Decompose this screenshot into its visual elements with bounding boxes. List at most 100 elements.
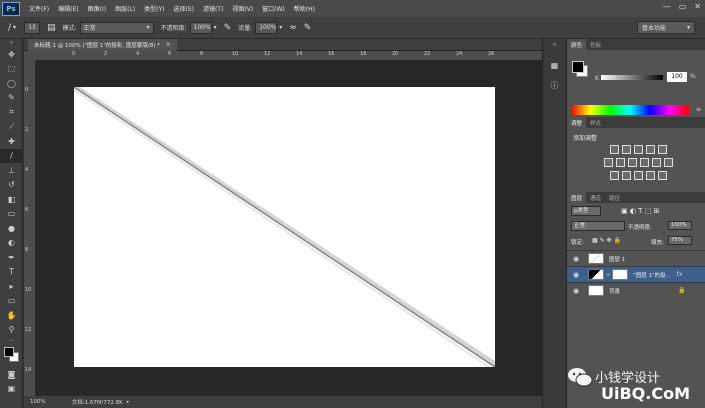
color-spectrum[interactable] (571, 105, 689, 115)
threshold-icon[interactable] (633, 171, 643, 180)
workspace-select[interactable]: 基本功能 ▾ (637, 21, 695, 34)
gradient-tool-icon[interactable]: ▭ (0, 207, 23, 222)
canvas[interactable] (73, 86, 496, 368)
flow-input[interactable]: 100% (255, 21, 278, 34)
eye-icon[interactable]: ◉ (570, 255, 582, 263)
tab-channels[interactable]: 通道 (586, 192, 605, 203)
crop-tool-icon[interactable]: ⌗ (0, 105, 23, 120)
color-balance-icon[interactable] (615, 158, 625, 167)
panel-menu-icon[interactable]: ≡ (696, 106, 701, 113)
tab-layers[interactable]: 图层 (567, 192, 587, 203)
pressure-size-icon[interactable]: ✎ (304, 23, 312, 33)
menu-select[interactable]: 选择(S) (173, 4, 194, 13)
brush-panel-icon[interactable]: ▤ (47, 23, 56, 33)
screen-mode-icon[interactable]: ▣ (0, 382, 23, 397)
brush-size-picker[interactable]: 13 (24, 21, 41, 34)
lock-icons[interactable]: ▦ ✎ ✥ 🔒 (592, 237, 621, 244)
layer-opacity-input[interactable]: 100% (668, 221, 692, 230)
close-icon[interactable]: × (166, 42, 171, 48)
effects-icon[interactable]: fx (677, 271, 683, 278)
collapse-icon[interactable]: » (0, 39, 23, 47)
foreground-color-swatch[interactable] (4, 347, 14, 357)
eye-icon[interactable]: ◉ (570, 271, 582, 279)
blend-mode-select[interactable]: 正常 (571, 221, 625, 231)
menu-image[interactable]: 图像(I) (88, 4, 106, 13)
eraser-tool-icon[interactable]: ◧ (0, 192, 23, 207)
tab-paths[interactable]: 路径 (605, 192, 624, 203)
quick-select-tool-icon[interactable]: ✎ (0, 91, 23, 106)
menu-edit[interactable]: 编辑(E) (58, 4, 78, 13)
tab-adjustments[interactable]: 调整 (567, 117, 587, 128)
history-panel-icon[interactable]: ▦ (548, 61, 562, 75)
levels-icon[interactable] (621, 145, 631, 154)
posterize-icon[interactable] (621, 171, 631, 180)
foreground-color-swatch[interactable] (572, 61, 584, 73)
dodge-tool-icon[interactable]: ◐ (0, 236, 23, 251)
gradient-map-icon[interactable] (645, 171, 655, 180)
layer-row-selected[interactable]: ◉ ∞ "图层 1"的投... fx (567, 266, 705, 282)
marquee-tool-icon[interactable]: ⬚ (0, 62, 23, 77)
filter-icons[interactable]: ▣ ◐ T ⬚ ⊞ (621, 207, 659, 215)
eye-icon[interactable]: ◉ (570, 287, 582, 295)
tab-swatches[interactable]: 色板 (586, 39, 605, 50)
document-tab[interactable]: 未标题-1 @ 100% ("图层 1"的投影, 图层蒙版/8) * × (28, 39, 177, 51)
menu-layer[interactable]: 图层(L) (115, 4, 135, 13)
menu-filter[interactable]: 滤镜(T) (203, 4, 223, 13)
lasso-tool-icon[interactable]: ◯ (0, 76, 23, 91)
layer-filter-select[interactable]: ρ类型 (571, 206, 601, 216)
quick-mask-icon[interactable]: ◙ (0, 367, 23, 382)
layer-row[interactable]: ◉ 图层 1 (567, 250, 705, 266)
photo-filter-icon[interactable] (639, 158, 649, 167)
clone-stamp-tool-icon[interactable]: ⊥ (0, 163, 23, 178)
pen-tool-icon[interactable]: ✒ (0, 250, 23, 265)
brightness-contrast-icon[interactable] (609, 145, 619, 154)
chevron-down-icon[interactable]: ▾ (13, 24, 16, 31)
menu-view[interactable]: 视图(V) (232, 4, 253, 13)
close-button[interactable]: ✕ (694, 2, 701, 11)
zoom-level[interactable]: 100% (30, 399, 46, 405)
exposure-icon[interactable] (645, 145, 655, 154)
k-slider[interactable] (601, 75, 663, 80)
path-selection-tool-icon[interactable]: ▸ (0, 279, 23, 294)
selective-color-icon[interactable] (657, 171, 667, 180)
curves-icon[interactable] (633, 145, 643, 154)
shape-tool-icon[interactable]: ▭ (0, 294, 23, 309)
blur-tool-icon[interactable]: ● (0, 221, 23, 236)
invert-icon[interactable] (609, 171, 619, 180)
chevron-down-icon[interactable]: ▾ (279, 24, 282, 31)
eyedropper-tool-icon[interactable]: ⟋ (0, 120, 23, 135)
pressure-opacity-icon[interactable]: ✎ (224, 23, 232, 33)
minimize-button[interactable]: — (663, 2, 671, 11)
black-white-icon[interactable] (627, 158, 637, 167)
menu-type[interactable]: 类型(Y) (144, 4, 164, 13)
healing-brush-tool-icon[interactable]: ✚ (0, 134, 23, 149)
collapse-icon[interactable]: « (548, 42, 562, 56)
link-icon[interactable]: ∞ (606, 272, 610, 278)
move-tool-icon[interactable]: ✥ (0, 47, 23, 62)
menu-help[interactable]: 帮助(H) (294, 4, 315, 13)
zoom-tool-icon[interactable]: ⚲ (0, 323, 23, 338)
type-tool-icon[interactable]: T (0, 265, 23, 280)
chevron-down-icon[interactable]: ▾ (214, 24, 217, 31)
vibrance-icon[interactable] (657, 145, 667, 154)
chevron-right-icon[interactable]: ▸ (127, 399, 130, 405)
k-value-input[interactable]: 100 (667, 72, 687, 82)
fill-input[interactable]: 75% (668, 236, 692, 245)
layer-mask-thumbnail[interactable] (612, 269, 629, 280)
layer-row[interactable]: ◉ 背景 🔒 (567, 282, 705, 298)
brush-tool-icon[interactable]: ∕ (0, 148, 23, 163)
channel-mixer-icon[interactable] (651, 158, 661, 167)
history-brush-tool-icon[interactable]: ↺ (0, 178, 23, 193)
mode-select[interactable]: 正常 ▾ (79, 21, 154, 34)
hue-saturation-icon[interactable] (603, 158, 613, 167)
opacity-input[interactable]: 100% (189, 21, 212, 34)
properties-panel-icon[interactable]: ⓘ (548, 80, 562, 94)
restore-button[interactable]: ▭ (679, 2, 687, 11)
tab-color[interactable]: 颜色 (567, 39, 587, 50)
tab-styles[interactable]: 样式 (586, 117, 605, 128)
menu-window[interactable]: 窗口(W) (262, 4, 285, 13)
brush-tool-icon[interactable]: ∕ (8, 23, 11, 33)
hand-tool-icon[interactable]: ✋ (0, 308, 23, 323)
color-swatches[interactable] (0, 345, 22, 367)
more-tools-icon[interactable]: ··· (0, 337, 23, 345)
